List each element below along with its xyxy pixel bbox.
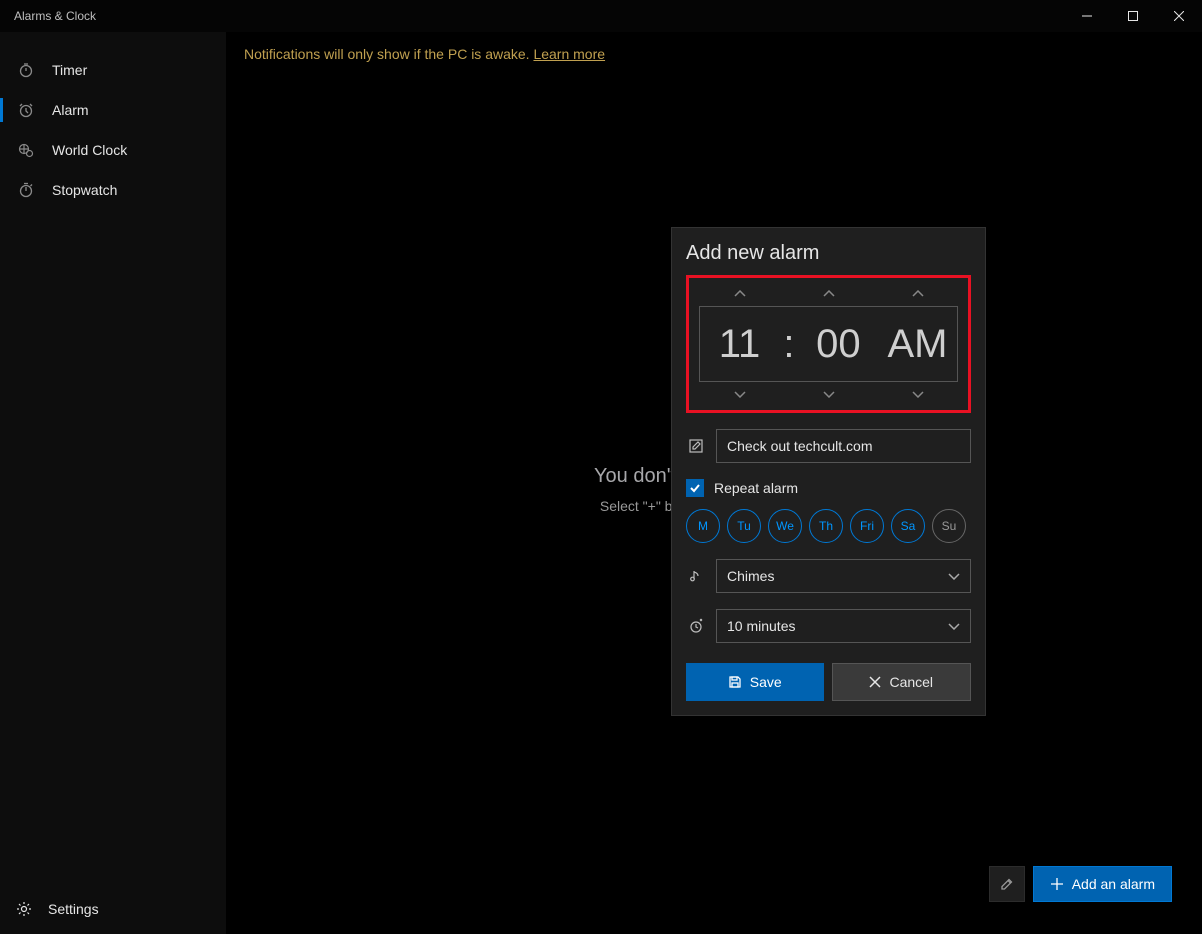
chevron-down-icon	[948, 622, 960, 630]
sidebar-item-alarm[interactable]: Alarm	[0, 90, 226, 130]
alarm-name-input[interactable]	[716, 429, 971, 463]
close-icon	[869, 676, 881, 688]
sidebar-item-timer[interactable]: Timer	[0, 50, 226, 90]
time-display[interactable]: 11 : 00 AM	[699, 306, 958, 382]
sidebar-item-label: Stopwatch	[52, 182, 117, 198]
bottom-toolbar: Add an alarm	[989, 866, 1172, 902]
sidebar-item-label: Timer	[52, 62, 87, 78]
add-alarm-button[interactable]: Add an alarm	[1033, 866, 1172, 902]
gear-icon	[16, 901, 32, 917]
day-monday[interactable]: M	[686, 509, 720, 543]
plus-icon	[1050, 877, 1064, 891]
sidebar-item-world-clock[interactable]: World Clock	[0, 130, 226, 170]
save-button[interactable]: Save	[686, 663, 824, 701]
edit-alarms-button[interactable]	[989, 866, 1025, 902]
ampm-value[interactable]: AM	[878, 322, 957, 367]
app-title: Alarms & Clock	[0, 9, 96, 23]
close-button[interactable]	[1156, 0, 1202, 32]
chevron-down-icon	[948, 572, 960, 580]
sound-select[interactable]: Chimes	[716, 559, 971, 593]
app-body: Timer Alarm World Clock	[0, 32, 1202, 934]
sound-icon	[686, 568, 706, 584]
notification-text: Notifications will only show if the PC i…	[244, 46, 533, 62]
app-window: Alarms & Clock Timer	[0, 0, 1202, 934]
repeat-checkbox[interactable]	[686, 479, 704, 497]
day-wednesday[interactable]: We	[768, 509, 802, 543]
minute-value[interactable]: 00	[799, 322, 878, 367]
sound-value: Chimes	[727, 568, 774, 584]
sidebar-item-label: Alarm	[52, 102, 89, 118]
time-picker-highlight: 11 : 00 AM	[686, 275, 971, 413]
sidebar-item-label: World Clock	[52, 142, 127, 158]
day-thursday[interactable]: Th	[809, 509, 843, 543]
repeat-label: Repeat alarm	[714, 480, 798, 496]
settings-label: Settings	[48, 901, 99, 917]
alarm-icon	[16, 100, 36, 120]
save-label: Save	[750, 674, 782, 690]
edit-name-icon	[686, 438, 706, 454]
ampm-down-button[interactable]	[875, 384, 960, 404]
dialog-title: Add new alarm	[686, 242, 971, 265]
minute-down-button[interactable]	[786, 384, 871, 404]
titlebar: Alarms & Clock	[0, 0, 1202, 32]
snooze-value: 10 minutes	[727, 618, 795, 634]
main-area: Notifications will only show if the PC i…	[226, 32, 1202, 934]
hour-down-button[interactable]	[697, 384, 782, 404]
notification-bar: Notifications will only show if the PC i…	[226, 32, 1202, 76]
stopwatch-icon	[16, 180, 36, 200]
sidebar-settings[interactable]: Settings	[0, 884, 226, 934]
day-sunday[interactable]: Su	[932, 509, 966, 543]
sidebar-item-stopwatch[interactable]: Stopwatch	[0, 170, 226, 210]
add-alarm-label: Add an alarm	[1072, 876, 1155, 892]
save-icon	[728, 675, 742, 689]
day-saturday[interactable]: Sa	[891, 509, 925, 543]
ampm-up-button[interactable]	[875, 284, 960, 304]
hour-up-button[interactable]	[697, 284, 782, 304]
maximize-button[interactable]	[1110, 0, 1156, 32]
snooze-select[interactable]: 10 minutes	[716, 609, 971, 643]
day-tuesday[interactable]: Tu	[727, 509, 761, 543]
learn-more-link[interactable]: Learn more	[533, 46, 605, 62]
nav: Timer Alarm World Clock	[0, 32, 226, 884]
timer-icon	[16, 60, 36, 80]
cancel-label: Cancel	[889, 674, 933, 690]
sidebar: Timer Alarm World Clock	[0, 32, 226, 934]
cancel-button[interactable]: Cancel	[832, 663, 972, 701]
minute-up-button[interactable]	[786, 284, 871, 304]
add-alarm-dialog: Add new alarm 11 : 00 AM	[671, 227, 986, 716]
hour-value[interactable]: 11	[700, 322, 779, 367]
snooze-icon	[686, 618, 706, 634]
globe-clock-icon	[16, 140, 36, 160]
minimize-button[interactable]	[1064, 0, 1110, 32]
time-colon: :	[779, 322, 799, 367]
day-friday[interactable]: Fri	[850, 509, 884, 543]
day-picker: M Tu We Th Fri Sa Su	[686, 509, 971, 543]
